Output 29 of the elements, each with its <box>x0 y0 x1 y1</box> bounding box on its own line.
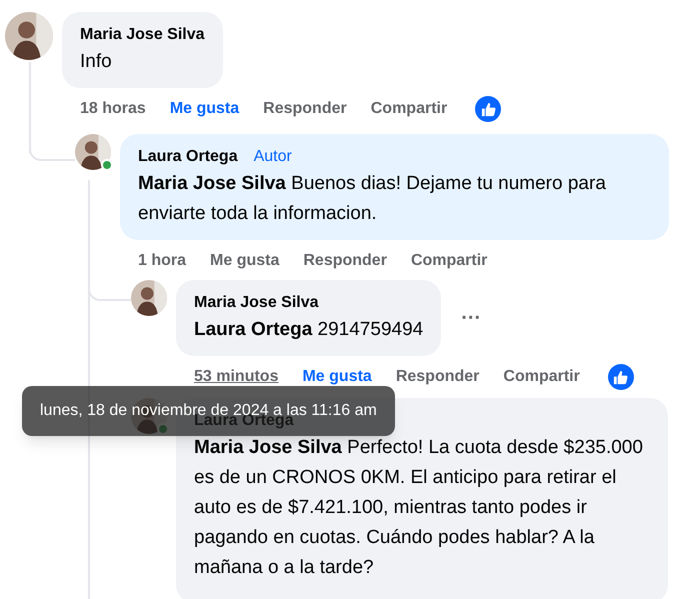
timestamp-link[interactable]: 18 horas <box>80 97 146 121</box>
reply-button[interactable]: Responder <box>396 365 480 389</box>
reply-button[interactable]: Responder <box>263 97 347 121</box>
thumbs-up-icon[interactable] <box>608 364 634 390</box>
like-button[interactable]: Me gusta <box>302 365 372 389</box>
author-role-label: Autor <box>252 147 293 167</box>
avatar[interactable] <box>5 12 53 60</box>
share-button[interactable]: Compartir <box>370 97 448 121</box>
author-name[interactable]: Laura Ortega <box>138 145 238 169</box>
comment-text: Maria Jose Silva Buenos dias! Dejame tu numero para enviarte toda la informacion. <box>138 172 607 226</box>
like-button[interactable]: Me gusta <box>170 97 240 121</box>
timestamp-link[interactable]: 53 minutos <box>194 365 278 389</box>
comment-text: Info <box>80 50 113 74</box>
avatar[interactable] <box>75 134 111 170</box>
timestamp-link[interactable]: 1 hora <box>138 249 186 273</box>
author-name[interactable]: Maria Jose Silva <box>80 23 205 47</box>
like-button[interactable]: Me gusta <box>210 249 280 273</box>
mention-link[interactable]: Laura Ortega <box>194 319 312 340</box>
share-button[interactable]: Compartir <box>503 365 580 389</box>
author-name[interactable]: Maria Jose Silva <box>194 291 319 315</box>
reply-button[interactable]: Responder <box>303 249 387 273</box>
thumbs-up-icon[interactable] <box>475 96 502 122</box>
mention-link[interactable]: Maria Jose Silva <box>138 173 286 194</box>
mention-link[interactable]: Maria Jose Silva <box>194 437 342 458</box>
comment-text: Laura Ortega 2914759494 <box>194 318 424 342</box>
share-button[interactable]: Compartir <box>410 249 488 273</box>
avatar[interactable] <box>131 280 167 316</box>
more-button[interactable]: ··· <box>461 303 482 333</box>
comment-text: Maria Jose Silva Perfecto! La cuota desde $235.000 es de un CRONOS 0KM. El anticipo para retirar el auto es de $7.421.100, mientras tanto podes ir pagando en cuotas. Cuándo podes hablar? A la mañana o a la tarde? <box>194 436 644 580</box>
